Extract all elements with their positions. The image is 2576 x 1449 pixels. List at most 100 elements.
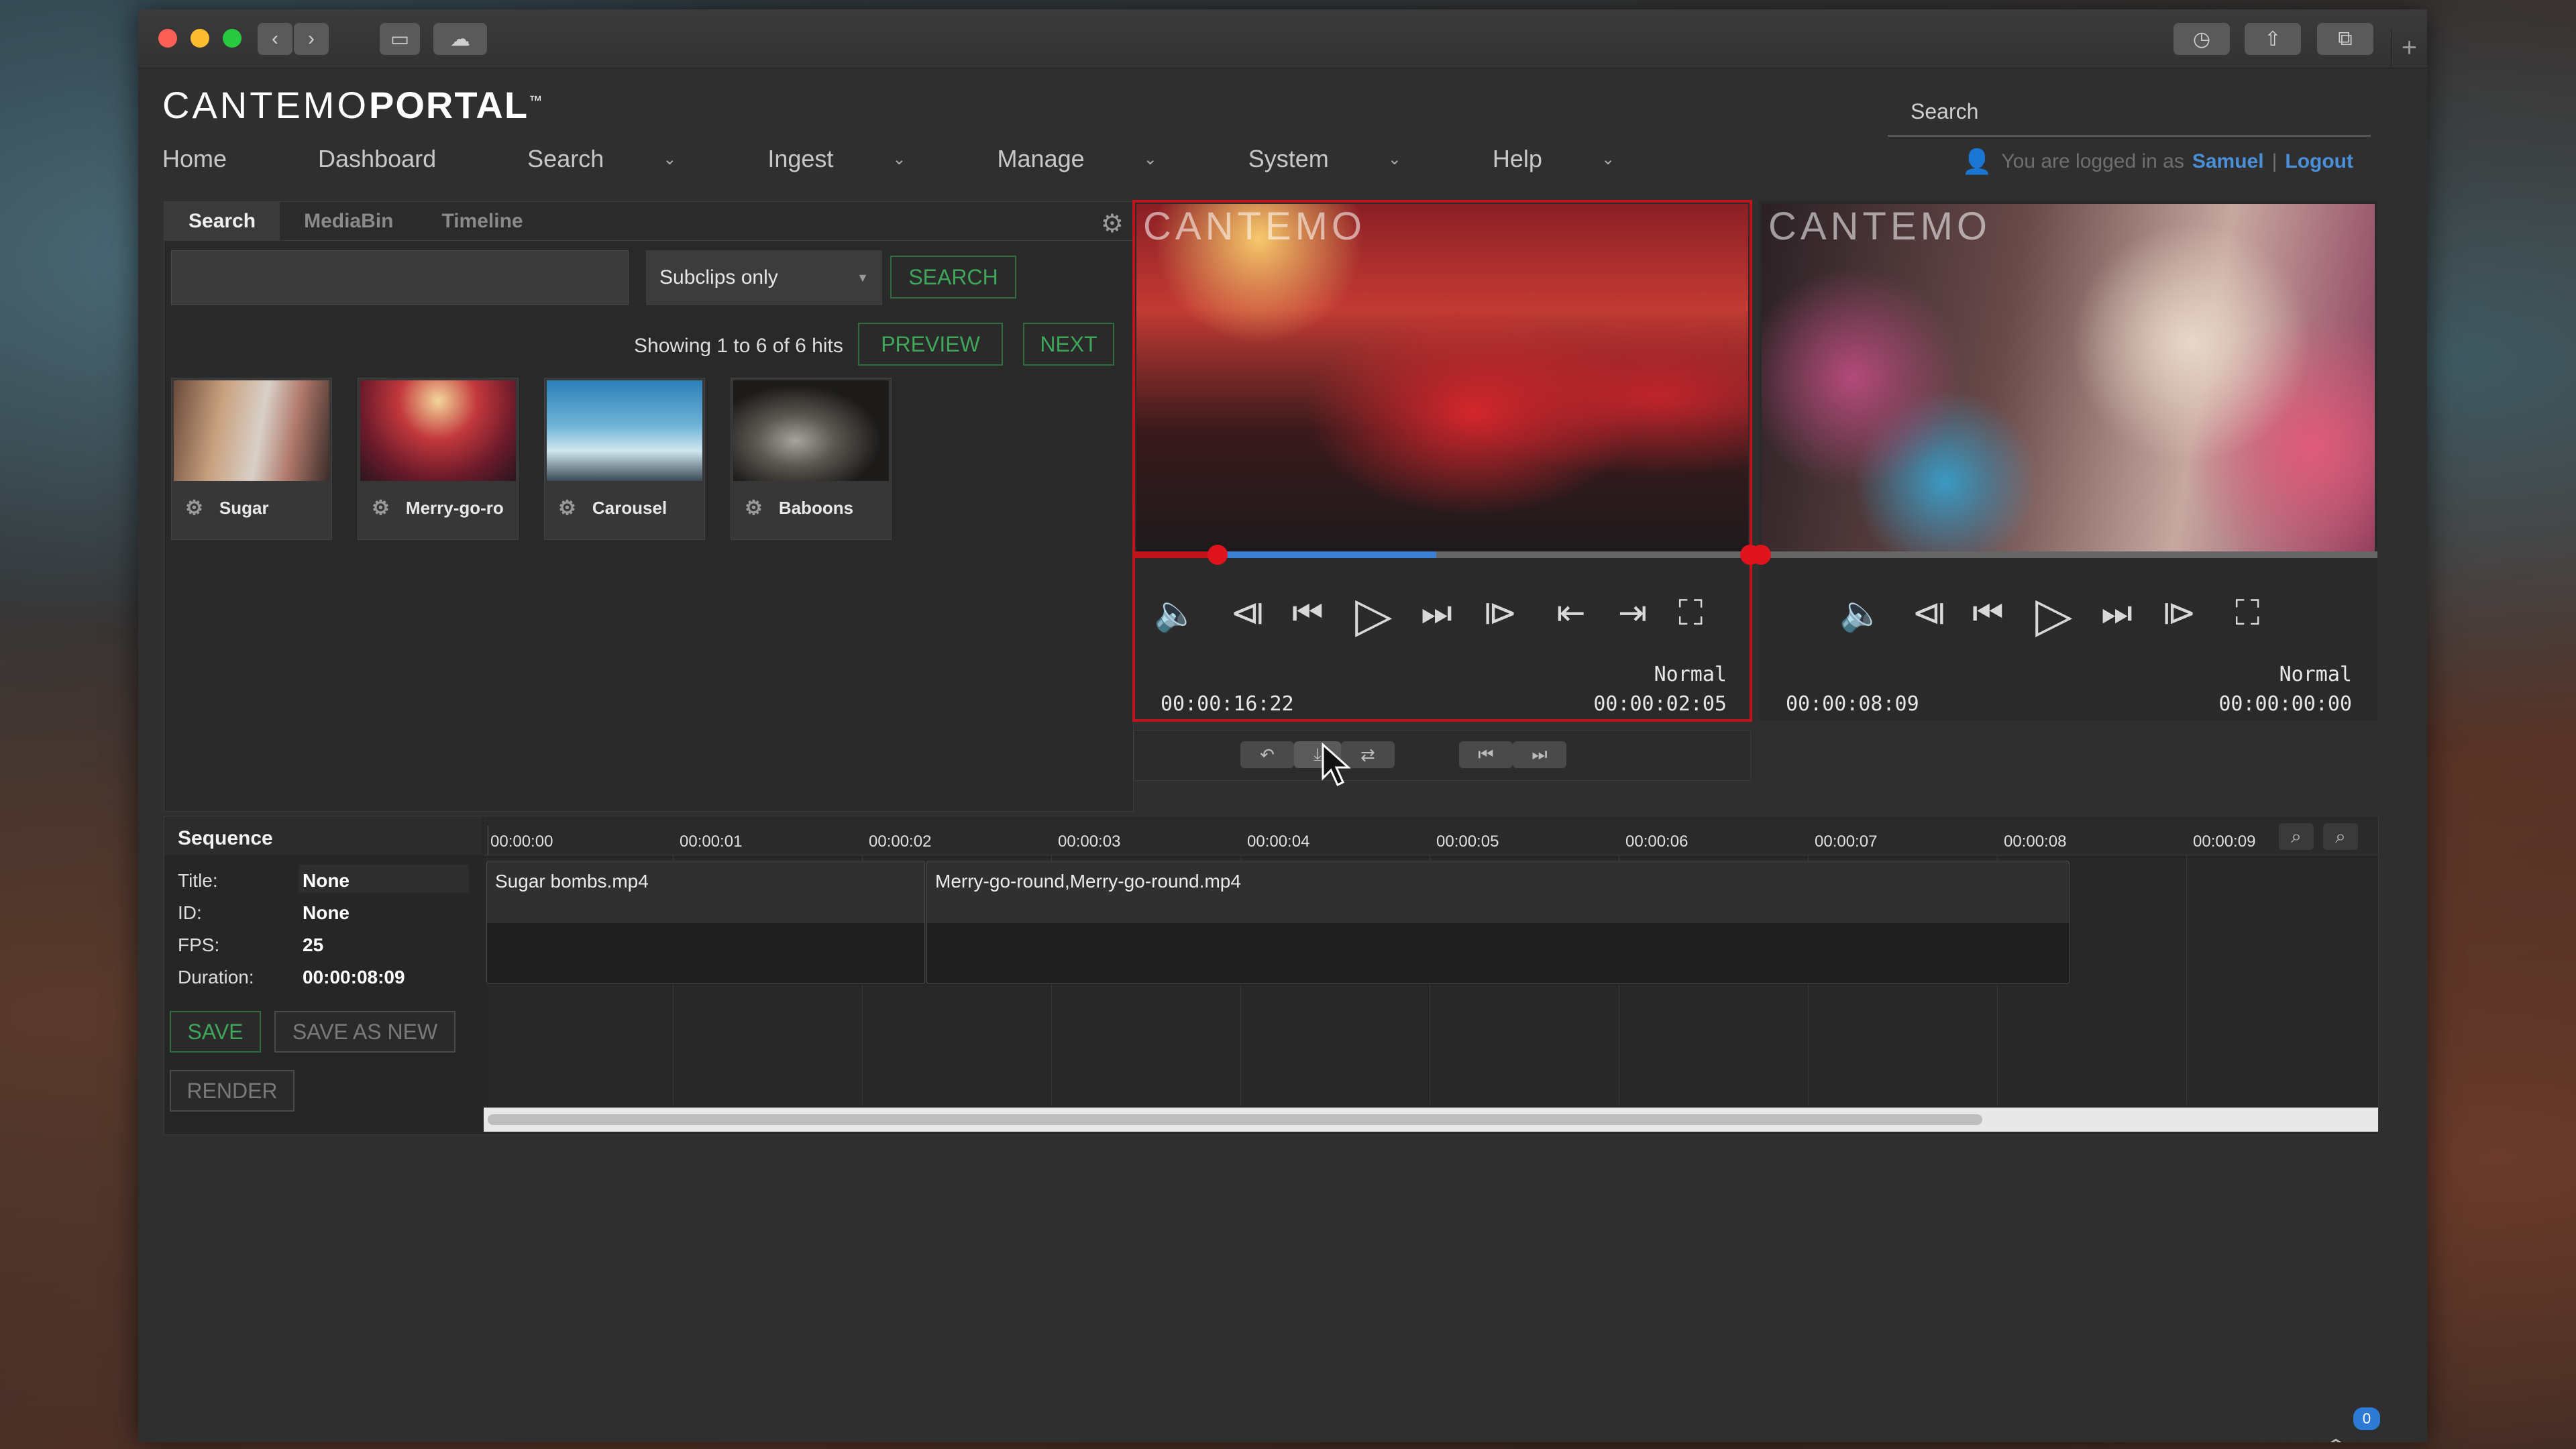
nav-label: Ingest <box>767 145 834 172</box>
user-icon: 👤 <box>1962 148 1992 175</box>
volume-icon[interactable]: 🔈 <box>1839 593 1883 634</box>
tab-timeline[interactable]: Timeline <box>417 202 547 241</box>
history-icon[interactable]: ◷ <box>2174 23 2230 55</box>
fullscreen-icon[interactable]: ⛶ <box>1678 593 1703 634</box>
skip-next-icon[interactable]: ⏭ <box>2101 593 2133 634</box>
gear-icon[interactable]: ⚙ <box>558 496 576 520</box>
previous-button[interactable]: PREVIEW <box>858 323 1003 366</box>
result-card-merry-go-round[interactable]: ⚙ Merry-go-ro <box>358 378 519 540</box>
gear-icon[interactable]: ⚙ <box>372 496 390 520</box>
result-card-sugar[interactable]: ⚙ Sugar <box>171 378 332 540</box>
playback-mode: Normal <box>2279 663 2352 686</box>
logout-link[interactable]: Logout <box>2285 150 2353 173</box>
minimize-window-button[interactable] <box>191 29 209 48</box>
gear-icon[interactable]: ⚙ <box>185 496 203 520</box>
grid-line <box>2186 855 2187 1105</box>
player-controls: 🔈 ⧏ ⏮ ▷ ⏭ ⧐ ⇤ ⇥ ⛶ <box>1134 588 1751 653</box>
go-to-end-icon[interactable]: ⏭ <box>1513 741 1566 768</box>
playhead-handle[interactable] <box>1751 545 1771 565</box>
result-title: Carousel <box>592 498 667 518</box>
skip-next-icon[interactable]: ⏭ <box>1421 593 1452 634</box>
back-icon[interactable]: ‹ <box>258 23 292 55</box>
nav-ingest[interactable]: Ingest ⌄ <box>767 145 951 173</box>
nav-system[interactable]: System ⌄ <box>1248 145 1447 173</box>
nav-manage[interactable]: Manage ⌄ <box>998 145 1203 173</box>
title-label: Title: <box>178 870 218 891</box>
ruler-label: 00:00:09 <box>2193 833 2256 851</box>
step-forward-icon[interactable]: ⧐ <box>2161 593 2196 633</box>
set-in-point-icon[interactable]: ⇤ <box>1556 593 1586 633</box>
player-controls: 🔈 ⧏ ⏮ ▷ ⏭ ⧐ ⛶ <box>1759 588 2377 653</box>
duration-label: Duration: <box>178 967 254 987</box>
video-frame[interactable]: CANTEMO <box>1136 204 1748 551</box>
zoom-in-icon[interactable]: ⌕ <box>2323 823 2358 850</box>
search-query-input[interactable] <box>171 250 629 305</box>
nav-label: Manage <box>997 145 1085 172</box>
cantemo-portal-logo[interactable]: CANTEMOPORTAL™ <box>162 83 545 127</box>
step-forward-icon[interactable]: ⧐ <box>1483 593 1517 633</box>
ruler-label: 00:00:08 <box>2004 833 2067 851</box>
result-card-baboons[interactable]: ⚙ Baboons <box>731 378 892 540</box>
video-track[interactable]: Sugar bombs.mp4 Merry-go-round,Merry-go-… <box>484 855 2378 1132</box>
tab-search[interactable]: Search <box>164 202 280 241</box>
ruler-label: 00:00:06 <box>1625 833 1688 851</box>
icloud-icon[interactable]: ☁ <box>433 23 487 55</box>
title-value: None <box>303 870 350 891</box>
gear-icon[interactable]: ⚙ <box>1101 209 1124 239</box>
save-button[interactable]: SAVE <box>170 1011 261 1053</box>
timeline-ruler[interactable]: 00:00:00 00:00:01 00:00:02 00:00:03 00:0… <box>484 816 2378 855</box>
fullscreen-icon[interactable]: ⛶ <box>2235 593 2259 634</box>
forward-icon[interactable]: › <box>294 23 329 55</box>
timeline-clip[interactable]: Sugar bombs.mp4 <box>486 861 925 984</box>
thumbnail-image <box>174 380 329 481</box>
timeline-scrollbar[interactable] <box>484 1108 2378 1132</box>
video-frame[interactable]: CANTEMO <box>1762 204 2375 551</box>
username-link[interactable]: Samuel <box>2192 150 2264 173</box>
step-back-icon[interactable]: ⧏ <box>1230 593 1265 633</box>
share-icon[interactable]: ⇧ <box>2245 23 2301 55</box>
set-out-point-icon[interactable]: ⇥ <box>1618 593 1648 633</box>
new-tab-icon[interactable]: + <box>2391 30 2427 66</box>
skip-previous-icon[interactable]: ⏮ <box>1292 593 1324 634</box>
render-button[interactable]: RENDER <box>170 1070 294 1112</box>
volume-icon[interactable]: 🔈 <box>1154 593 1197 634</box>
nav-search[interactable]: Search ⌄ <box>527 145 722 173</box>
chevron-down-icon: ⌄ <box>1143 150 1157 168</box>
thumbnail-image <box>360 380 516 481</box>
chevron-up-icon[interactable]: ︿ <box>2322 1415 2349 1442</box>
sidebar-icon[interactable]: ▭ <box>380 23 420 55</box>
nav-help[interactable]: Help ⌄ <box>1493 145 1660 173</box>
nav-home[interactable]: Home <box>162 145 272 173</box>
sequence-heading: Sequence <box>164 816 482 855</box>
global-search-input[interactable]: Search <box>1888 89 2371 137</box>
login-status: 👤 You are logged in as Samuel | Logout <box>1962 148 2353 176</box>
timeline-clip[interactable]: Merry-go-round,Merry-go-round.mp4 <box>926 861 2070 984</box>
save-as-new-button[interactable]: SAVE AS NEW <box>274 1011 455 1053</box>
zoom-out-icon[interactable]: ⌕ <box>2279 823 2314 850</box>
result-card-carousel[interactable]: ⚙ Carousel <box>544 378 705 540</box>
ruler-label: 00:00:05 <box>1436 833 1499 851</box>
filter-select[interactable]: Subclips only ▼ <box>646 250 882 305</box>
undo-icon[interactable]: ↶ <box>1240 741 1294 768</box>
duration-timecode: 00:00:00:00 <box>2218 692 2352 716</box>
scrollbar-thumb[interactable] <box>488 1114 1982 1125</box>
browser-window: ‹ › ▭ ☁ ◷ ⇧ ⧉ + CANTEMOPORTAL™ Search Ho… <box>138 9 2427 1442</box>
gear-icon[interactable]: ⚙ <box>745 496 763 520</box>
in-point-handle[interactable] <box>1208 545 1228 565</box>
close-window-button[interactable] <box>158 29 177 48</box>
skip-previous-icon[interactable]: ⏮ <box>1972 593 2004 634</box>
play-icon[interactable]: ▷ <box>1355 586 1392 643</box>
search-button[interactable]: SEARCH <box>890 256 1016 299</box>
zoom-window-button[interactable] <box>223 29 241 48</box>
notification-badge[interactable]: 0 <box>2353 1407 2380 1430</box>
go-to-start-icon[interactable]: ⏮ <box>1459 741 1513 768</box>
tabs-overview-icon[interactable]: ⧉ <box>2317 23 2373 55</box>
step-back-icon[interactable]: ⧏ <box>1912 593 1947 633</box>
tab-mediabin[interactable]: MediaBin <box>280 202 417 241</box>
main-nav: Home Dashboard Search ⌄ Ingest ⌄ Manage ⌄ S… <box>162 145 1706 173</box>
nav-dashboard[interactable]: Dashboard <box>318 145 482 173</box>
scrub-bar[interactable] <box>1751 545 2377 565</box>
play-icon[interactable]: ▷ <box>2035 586 2072 643</box>
scrub-bar[interactable] <box>1134 545 1760 565</box>
next-button[interactable]: NEXT <box>1023 323 1114 366</box>
